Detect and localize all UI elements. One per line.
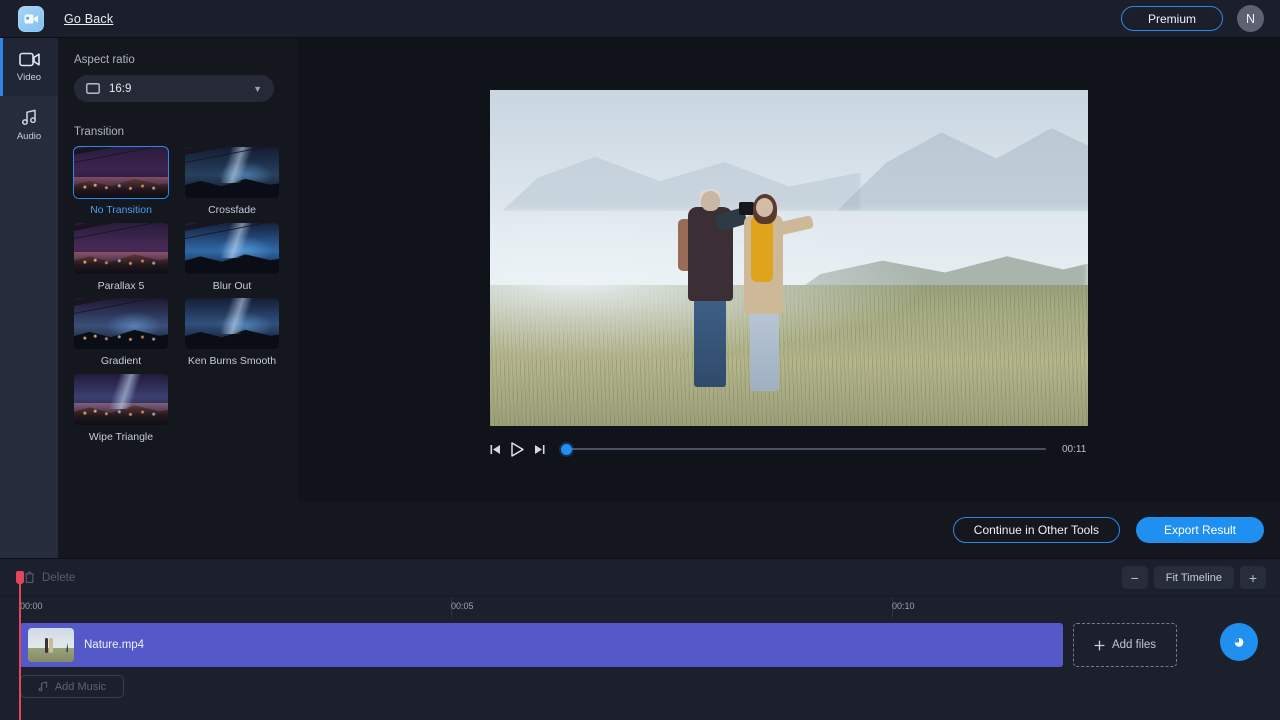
timeline-clip[interactable]: Nature.mp4 [20, 623, 1063, 667]
transition-thumbnail [185, 147, 279, 198]
video-camera-icon [19, 52, 40, 67]
ruler-tick-label: 00:05 [451, 601, 474, 611]
thumbnail-art [185, 223, 279, 274]
left-rail: Video Audio [0, 38, 58, 558]
add-music-button[interactable]: Add Music [20, 675, 124, 698]
skip-to-end-icon[interactable] [534, 444, 545, 455]
transition-option-gradient[interactable]: Gradient [74, 298, 168, 369]
playhead[interactable] [19, 575, 21, 720]
fit-timeline-button[interactable]: Fit Timeline [1154, 566, 1234, 589]
help-chat-icon: ◕ [1233, 632, 1245, 652]
transition-grid: No Transition Crossfade [74, 147, 282, 444]
play-icon[interactable] [511, 442, 524, 457]
help-chat-button[interactable]: ◕ [1220, 623, 1258, 661]
video-track: Nature.mp4 Add files [20, 623, 1280, 667]
transition-option-ken-burns-smooth[interactable]: Ken Burns Smooth [185, 298, 279, 369]
transition-option-label: Wipe Triangle [74, 431, 168, 445]
transition-thumbnail [74, 223, 168, 274]
thumbnail-art [74, 298, 168, 349]
thumbnail-art [185, 147, 279, 198]
transition-option-label: Crossfade [185, 204, 279, 218]
thumbnail-art [74, 374, 168, 425]
ruler-tick-label: 00:10 [892, 601, 915, 611]
timeline-panel: Delete − Fit Timeline + 00:00 00:05 00:1… [0, 558, 1280, 720]
transition-option-label: Ken Burns Smooth [185, 355, 279, 369]
progress-slider[interactable] [561, 442, 1046, 456]
aspect-ratio-label: Aspect ratio [74, 54, 282, 66]
sidebar-item-audio-label: Audio [17, 131, 41, 142]
top-bar: Go Back Premium N [0, 0, 1280, 38]
video-editor-app: Go Back Premium N Video Audio Aspect rat… [0, 0, 1280, 720]
timeline-zoom-controls: − Fit Timeline + [1122, 566, 1266, 589]
transition-thumbnail [185, 298, 279, 349]
delete-label: Delete [42, 572, 75, 584]
skip-to-start-icon[interactable] [490, 444, 501, 455]
premium-button[interactable]: Premium [1121, 6, 1223, 31]
transition-option-crossfade[interactable]: Crossfade [185, 147, 279, 218]
thumbnail-art [74, 147, 168, 198]
transition-option-label: Blur Out [185, 280, 279, 294]
zoom-out-button[interactable]: − [1122, 566, 1148, 589]
hikers-subject [675, 181, 819, 396]
transition-label: Transition [74, 126, 282, 138]
timeline-toolbar: Delete − Fit Timeline + [0, 559, 1280, 597]
aspect-ratio-value: 16:9 [109, 83, 131, 95]
zoom-in-button[interactable]: + [1240, 566, 1266, 589]
video-preview [490, 90, 1088, 426]
clip-name: Nature.mp4 [84, 639, 144, 651]
transition-thumbnail [74, 147, 168, 198]
chevron-down-icon: ▼ [253, 84, 262, 94]
delete-button[interactable]: Delete [14, 567, 85, 588]
add-files-label: Add files [1112, 639, 1156, 651]
audio-track: Add Music [20, 675, 1280, 698]
action-bar: Continue in Other Tools Export Result [298, 501, 1280, 558]
add-music-label: Add Music [55, 681, 106, 693]
transition-thumbnail [74, 374, 168, 425]
export-result-button[interactable]: Export Result [1136, 517, 1264, 543]
video-camera-glyph [24, 13, 39, 25]
transition-option-parallax-5[interactable]: Parallax 5 [74, 223, 168, 294]
player-controls: 00:11 [490, 436, 1088, 462]
sidebar-item-video[interactable]: Video [0, 38, 58, 96]
progress-handle[interactable] [561, 444, 572, 455]
preview-stage: 00:11 [298, 38, 1280, 501]
continue-in-other-tools-button[interactable]: Continue in Other Tools [953, 517, 1120, 543]
sidebar-item-video-label: Video [17, 72, 41, 83]
plus-icon [1094, 640, 1105, 651]
aspect-ratio-select[interactable]: 16:9 ▼ [74, 75, 274, 102]
transition-thumbnail [185, 223, 279, 274]
go-back-link[interactable]: Go Back [64, 12, 113, 26]
transition-option-label: Parallax 5 [74, 280, 168, 294]
thumbnail-art [74, 223, 168, 274]
rectangle-icon [86, 83, 100, 94]
trash-icon [24, 571, 35, 584]
video-camera-app-icon[interactable] [18, 6, 44, 32]
ruler-tick-label: 00:00 [20, 601, 43, 611]
transition-option-label: Gradient [74, 355, 168, 369]
music-note-icon [21, 109, 38, 126]
add-files-button[interactable]: Add files [1073, 623, 1177, 667]
thumbnail-art [185, 298, 279, 349]
avatar[interactable]: N [1237, 5, 1264, 32]
clip-thumbnail [28, 628, 74, 662]
duration-label: 00:11 [1062, 444, 1088, 455]
timeline-ruler[interactable]: 00:00 00:05 00:10 [0, 597, 1280, 619]
properties-panel: Aspect ratio 16:9 ▼ Transition No Transi… [58, 38, 298, 558]
transition-option-label: No Transition [74, 204, 168, 218]
transition-option-wipe-triangle[interactable]: Wipe Triangle [74, 374, 168, 445]
transition-thumbnail [74, 298, 168, 349]
music-note-plus-icon [38, 681, 49, 692]
transition-option-no-transition[interactable]: No Transition [74, 147, 168, 218]
progress-track [561, 448, 1046, 450]
sidebar-item-audio[interactable]: Audio [0, 96, 58, 154]
transition-option-blur-out[interactable]: Blur Out [185, 223, 279, 294]
top-bar-right: Premium N [1121, 5, 1264, 32]
